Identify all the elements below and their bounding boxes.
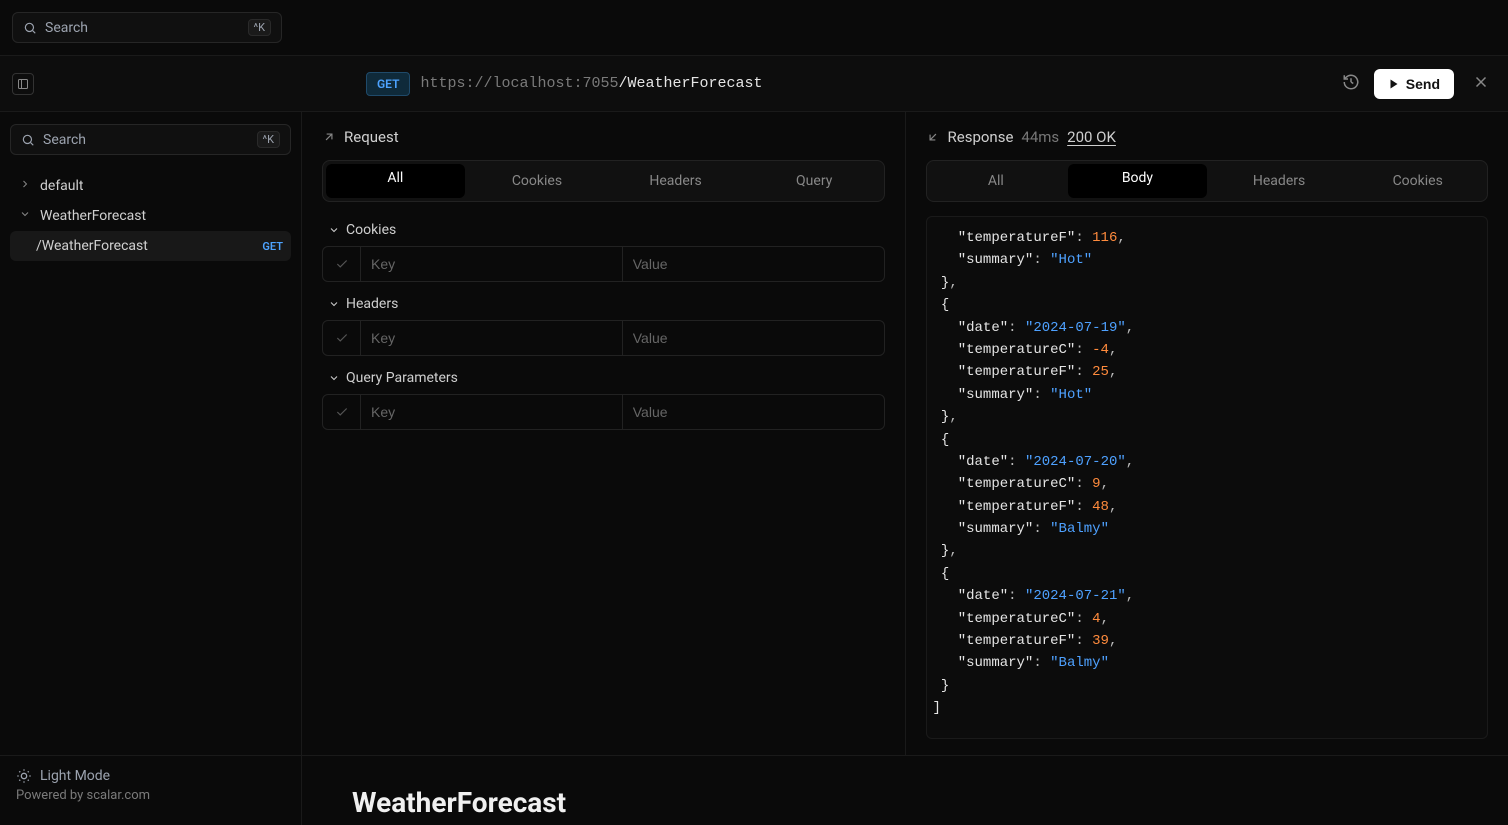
- sidebar-item-method: GET: [262, 240, 283, 253]
- key-input[interactable]: [361, 247, 622, 281]
- panels: Request AllCookiesHeadersQuery CookiesHe…: [302, 112, 1508, 755]
- sidebar-search-box[interactable]: Search ^K: [10, 124, 291, 155]
- value-input[interactable]: [623, 321, 884, 355]
- chevron-right-icon: [18, 178, 32, 194]
- sidebar-item-label: WeatherForecast: [40, 208, 146, 224]
- chevron-down-icon: [328, 298, 340, 310]
- sidebar-tree: default WeatherForecast /WeatherForecast…: [10, 171, 291, 261]
- arrow-down-left-icon: [926, 130, 940, 144]
- history-button[interactable]: [1336, 67, 1366, 101]
- row-enable-checkbox[interactable]: [323, 395, 361, 429]
- response-tab-body[interactable]: Body: [1068, 164, 1207, 198]
- response-tab-all[interactable]: All: [927, 164, 1066, 198]
- row-enable-checkbox[interactable]: [323, 321, 361, 355]
- global-search-box[interactable]: Search ^K: [12, 12, 282, 43]
- chevron-down-icon: [328, 372, 340, 384]
- send-button-label: Send: [1406, 76, 1440, 92]
- kv-row: [322, 320, 885, 356]
- response-status[interactable]: 200 OK: [1067, 128, 1116, 146]
- sidebar-search-kbd: ^K: [257, 131, 281, 148]
- request-url[interactable]: https://localhost:7055/WeatherForecast: [420, 75, 762, 92]
- footer-main: WeatherForecast: [302, 756, 1508, 825]
- sun-icon: [16, 768, 32, 784]
- footer: Light Mode Powered by scalar.com Weather…: [0, 755, 1508, 825]
- play-icon: [1388, 78, 1400, 90]
- theme-label: Light Mode: [40, 768, 110, 784]
- request-section-headers[interactable]: Headers: [328, 296, 885, 312]
- chevron-down-icon: [18, 208, 32, 224]
- powered-by[interactable]: Powered by scalar.com: [16, 788, 285, 803]
- request-panel: Request AllCookiesHeadersQuery CookiesHe…: [302, 112, 906, 755]
- url-base: https://localhost:7055: [420, 75, 618, 92]
- request-tab-query[interactable]: Query: [745, 164, 884, 198]
- row-enable-checkbox[interactable]: [323, 247, 361, 281]
- response-body[interactable]: "temperatureF": 116, "summary": "Hot" },…: [926, 216, 1489, 739]
- section-label: Headers: [346, 296, 398, 312]
- value-input[interactable]: [623, 247, 884, 281]
- close-button[interactable]: [1466, 67, 1496, 101]
- sidebar-item-label: default: [40, 178, 84, 194]
- value-input[interactable]: [623, 395, 884, 429]
- sidebar-item-label: /WeatherForecast: [36, 238, 148, 254]
- request-tab-headers[interactable]: Headers: [606, 164, 745, 198]
- global-search-placeholder: Search: [45, 20, 88, 36]
- sidebar-search-placeholder: Search: [43, 132, 86, 148]
- section-label: Query Parameters: [346, 370, 458, 386]
- topbar: Search ^K: [0, 0, 1508, 56]
- response-tab-headers[interactable]: Headers: [1210, 164, 1349, 198]
- sidebar-item-default[interactable]: default: [10, 171, 291, 201]
- kv-row: [322, 394, 885, 430]
- send-button[interactable]: Send: [1374, 69, 1454, 99]
- theme-toggle[interactable]: Light Mode: [16, 768, 285, 784]
- response-tabs: AllBodyHeadersCookies: [926, 160, 1489, 202]
- request-section-query-parameters[interactable]: Query Parameters: [328, 370, 885, 386]
- commandbar: GET https://localhost:7055/WeatherForeca…: [0, 56, 1508, 112]
- chevron-down-icon: [328, 224, 340, 236]
- arrow-up-right-icon: [322, 130, 336, 144]
- request-panel-header: Request: [322, 128, 885, 146]
- url-block: GET https://localhost:7055/WeatherForeca…: [366, 67, 1454, 101]
- kv-row: [322, 246, 885, 282]
- page-title: WeatherForecast: [352, 786, 566, 819]
- global-search-kbd: ^K: [248, 19, 272, 36]
- request-title: Request: [344, 128, 399, 146]
- response-panel: Response 44ms 200 OK AllBodyHeadersCooki…: [906, 112, 1508, 755]
- request-tab-cookies[interactable]: Cookies: [468, 164, 607, 198]
- sidebar-endpoint-weatherforecast[interactable]: /WeatherForecast GET: [10, 231, 291, 261]
- request-section-cookies[interactable]: Cookies: [328, 222, 885, 238]
- search-icon: [23, 21, 37, 35]
- search-icon: [21, 133, 35, 147]
- request-tabs: AllCookiesHeadersQuery: [322, 160, 885, 202]
- method-badge[interactable]: GET: [366, 72, 410, 96]
- response-tab-cookies[interactable]: Cookies: [1348, 164, 1487, 198]
- response-panel-header: Response 44ms 200 OK: [926, 128, 1489, 146]
- url-path: /WeatherForecast: [619, 75, 763, 92]
- footer-left: Light Mode Powered by scalar.com: [0, 756, 302, 825]
- key-input[interactable]: [361, 321, 622, 355]
- key-input[interactable]: [361, 395, 622, 429]
- layout: Search ^K default WeatherForecast /Weath…: [0, 112, 1508, 755]
- sidebar: Search ^K default WeatherForecast /Weath…: [0, 112, 302, 755]
- section-label: Cookies: [346, 222, 396, 238]
- response-title: Response: [948, 128, 1014, 146]
- request-tab-all[interactable]: All: [326, 164, 465, 198]
- sidebar-toggle-button[interactable]: [12, 73, 34, 95]
- sidebar-item-weatherforecast[interactable]: WeatherForecast: [10, 201, 291, 231]
- response-latency: 44ms: [1021, 128, 1059, 146]
